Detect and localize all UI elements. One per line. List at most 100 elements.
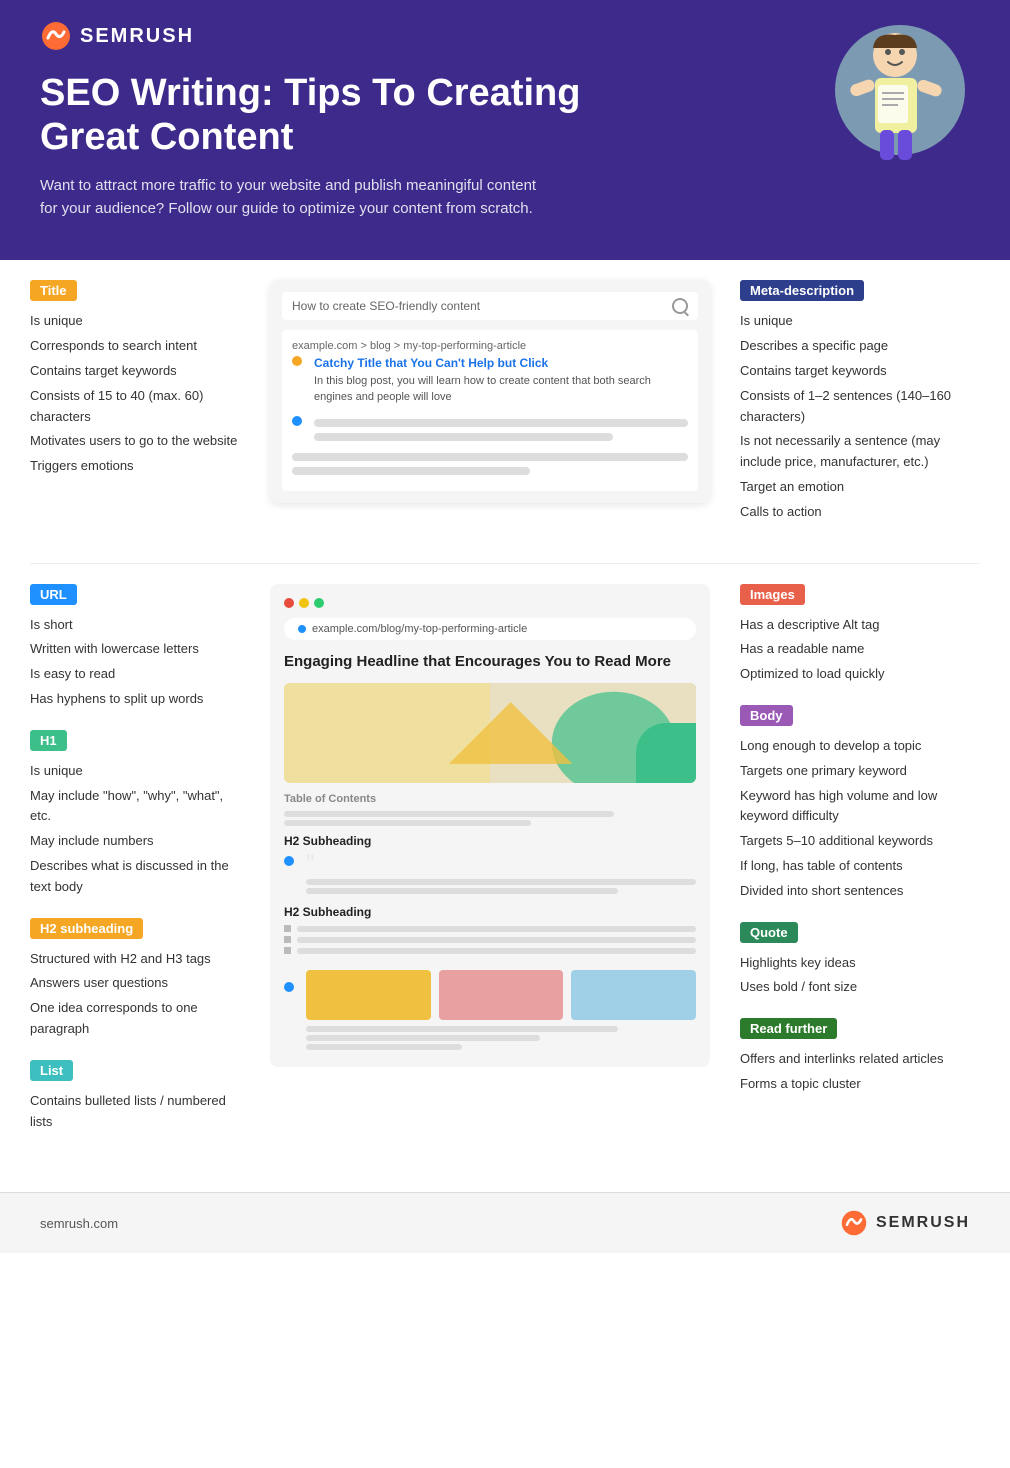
article-thumbnails (306, 970, 696, 1020)
url-section: URL Is short Written with lowercase lett… (30, 584, 240, 710)
url-item-1: Is short (30, 615, 240, 636)
images-label: Images (740, 584, 805, 605)
bullet-sq-icon (284, 936, 291, 943)
breadcrumb: example.com > blog > my-top-performing-a… (292, 340, 688, 352)
article-image (284, 683, 696, 783)
thumb-3 (571, 970, 696, 1020)
quote-area: " (284, 852, 696, 897)
header: SEMRUSH SEO Writing: Tips To Creating Gr… (0, 0, 1010, 260)
meta-item-7: Calls to action (740, 502, 980, 523)
search-text: How to create SEO-friendly content (292, 299, 666, 313)
body-item-6: Divided into short sentences (740, 881, 980, 902)
article-mockup-container: example.com/blog/my-top-performing-artic… (250, 584, 730, 1068)
body-item-2: Targets one primary keyword (740, 761, 980, 782)
browser-mockup-container: How to create SEO-friendly content examp… (250, 280, 730, 503)
footer-bar-2 (306, 1035, 540, 1041)
left-col-2: URL Is short Written with lowercase lett… (30, 584, 250, 1153)
title-item-1: Is unique (30, 311, 240, 332)
list-bar-3 (297, 948, 696, 954)
quote-item-1: Highlights key ideas (740, 953, 980, 974)
body-item-3: Keyword has high volume and low keyword … (740, 786, 980, 828)
thumb-2 (439, 970, 564, 1020)
thumb-1 (306, 970, 431, 1020)
title-item-2: Corresponds to search intent (30, 336, 240, 357)
quote-list: Highlights key ideas Uses bold / font si… (740, 953, 980, 999)
list-bullet-3 (284, 947, 696, 954)
footer-bar-3 (306, 1044, 462, 1050)
h1-item-2: May include "how", "why", "what", etc. (30, 786, 240, 828)
title-item-5: Motivates users to go to the website (30, 431, 240, 452)
meta-section: Meta-description Is unique Describes a s… (740, 280, 980, 522)
url-item-3: Is easy to read (30, 664, 240, 685)
body-item-4: Targets 5–10 additional keywords (740, 831, 980, 852)
url-list: Is short Written with lowercase letters … (30, 615, 240, 710)
bullet-sq-icon (284, 925, 291, 932)
h1-list: Is unique May include "how", "why", "wha… (30, 761, 240, 898)
gray-bar-1 (314, 419, 688, 427)
list-item-1: Contains bulleted lists / numbered lists (30, 1091, 240, 1133)
quote-label: Quote (740, 922, 798, 943)
images-item-2: Has a readable name (740, 639, 980, 660)
title-item-4: Consists of 15 to 40 (max. 60) character… (30, 386, 240, 428)
toc-bar-2 (284, 820, 531, 826)
h1-item-4: Describes what is discussed in the text … (30, 856, 240, 898)
meta-item-2: Describes a specific page (740, 336, 980, 357)
footer-logo-text: SEMRUSH (876, 1214, 970, 1232)
meta-item-3: Contains target keywords (740, 361, 980, 382)
list-bullet-1 (284, 925, 696, 932)
list-label: List (30, 1060, 73, 1081)
result-description: In this blog post, you will learn how to… (314, 374, 688, 405)
h2-subheading-1: H2 Subheading (284, 834, 696, 848)
h2-list: Structured with H2 and H3 tags Answers u… (30, 949, 240, 1040)
footer-bar-1 (306, 1026, 618, 1032)
quote-bar-1 (306, 879, 696, 885)
h1-item-3: May include numbers (30, 831, 240, 852)
semrush-logo-icon (40, 20, 72, 52)
footer: semrush.com SEMRUSH (0, 1192, 1010, 1253)
title-label: Title (30, 280, 77, 301)
h2-section: H2 subheading Structured with H2 and H3 … (30, 918, 240, 1040)
header-subtitle: Want to attract more traffic to your web… (40, 175, 540, 220)
meta-item-4: Consists of 1–2 sentences (140–160 chara… (740, 386, 980, 428)
window-dots (284, 598, 696, 608)
title-item-6: Triggers emotions (30, 456, 240, 477)
read-further-section: Read further Offers and interlinks relat… (740, 1018, 980, 1095)
second-section: URL Is short Written with lowercase lett… (0, 564, 1010, 1173)
thumbnails-dot (284, 982, 294, 992)
window-dot-red (284, 598, 294, 608)
meta-column: Meta-description Is unique Describes a s… (730, 280, 980, 542)
list-bar-1 (297, 926, 696, 932)
title-item-3: Contains target keywords (30, 361, 240, 382)
list-section: List Contains bulleted lists / numbered … (30, 1060, 240, 1133)
gray-bar-2 (314, 433, 613, 441)
meta-item-5: Is not necessarily a sentence (may inclu… (740, 431, 980, 473)
window-dot-green (314, 598, 324, 608)
list-bullet-2 (284, 936, 696, 943)
url-label: URL (30, 584, 77, 605)
images-list: Has a descriptive Alt tag Has a readable… (740, 615, 980, 685)
meta-dot (292, 416, 302, 426)
bullet-sq-icon (284, 947, 291, 954)
right-col-2: Images Has a descriptive Alt tag Has a r… (730, 584, 980, 1115)
footer-url: semrush.com (40, 1216, 118, 1231)
h2-dot-1 (284, 856, 294, 866)
images-section: Images Has a descriptive Alt tag Has a r… (740, 584, 980, 685)
url-item-2: Written with lowercase letters (30, 639, 240, 660)
browser-mockup: How to create SEO-friendly content examp… (270, 280, 710, 503)
images-item-1: Has a descriptive Alt tag (740, 615, 980, 636)
article-list (284, 925, 696, 954)
window-dot-yellow (299, 598, 309, 608)
article-mockup: example.com/blog/my-top-performing-artic… (270, 584, 710, 1068)
result-title: Catchy Title that You Can't Help but Cli… (314, 356, 688, 370)
footer-logo: SEMRUSH (840, 1209, 970, 1237)
toc-label: Table of Contents (284, 793, 696, 805)
title-dot (292, 356, 302, 366)
images-item-3: Optimized to load quickly (740, 664, 980, 685)
toc-bar-1 (284, 811, 614, 817)
page-title: SEO Writing: Tips To Creating Great Cont… (40, 72, 600, 159)
h1-section: H1 Is unique May include "how", "why", "… (30, 730, 240, 898)
meta-label: Meta-description (740, 280, 864, 301)
body-list: Long enough to develop a topic Targets o… (740, 736, 980, 902)
title-column: Title Is unique Corresponds to search in… (30, 280, 250, 497)
h1-item-1: Is unique (30, 761, 240, 782)
